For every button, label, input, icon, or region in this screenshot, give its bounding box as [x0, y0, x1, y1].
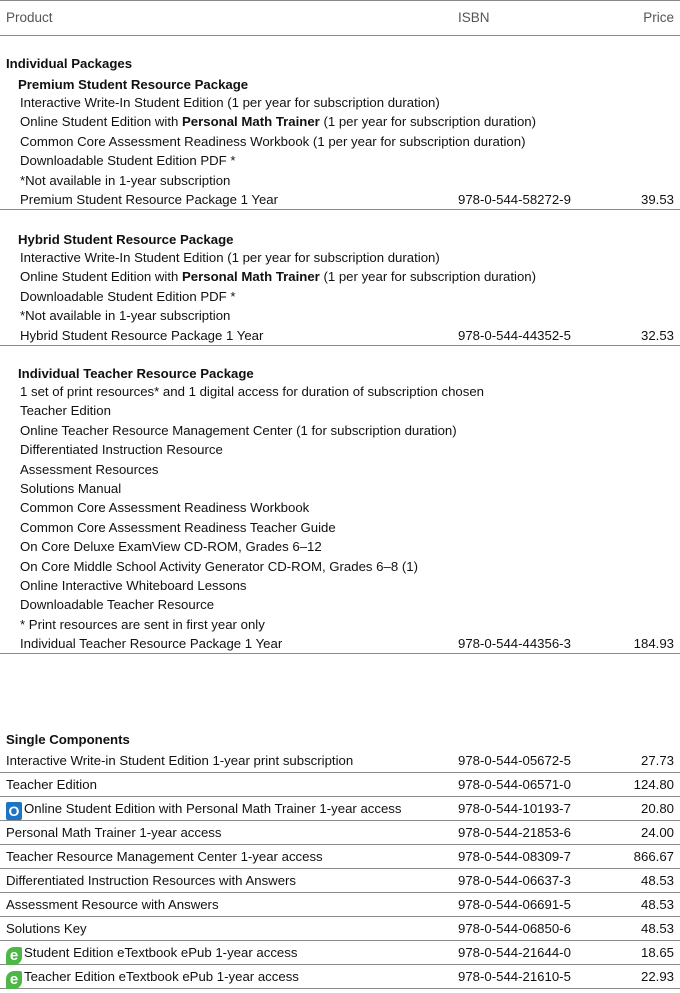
- group-line: On Core Middle School Activity Generator…: [20, 558, 418, 574]
- group-line: 1 set of print resources* and 1 digital …: [20, 384, 485, 399]
- product-name: Hybrid Student Resource Package 1 Year: [20, 327, 264, 343]
- isbn: 978-0-544-06637-3: [458, 873, 571, 888]
- table-row: Personal Math Trainer 1-year access 978-…: [0, 821, 680, 845]
- group-line: Online Student Edition with Personal Mat…: [0, 112, 680, 131]
- group-premium: Premium Student Resource Package Interac…: [0, 76, 680, 210]
- price: 20.80: [640, 801, 674, 816]
- group-hybrid: Hybrid Student Resource Package Interact…: [0, 231, 680, 346]
- table-row: e Student Edition eTextbook ePub 1-year a…: [0, 941, 680, 965]
- table-row: Interactive Write-in Student Edition 1-y…: [0, 749, 680, 773]
- line-bold-text: Personal Math Trainer: [182, 114, 320, 130]
- group-line: *Not available in 1-year subscription: [20, 172, 231, 188]
- isbn: 978-0-544-44356-3: [458, 636, 571, 652]
- table-header: Product ISBN Price: [0, 0, 680, 36]
- price: 27.73: [640, 753, 674, 768]
- group-line: Solutions Manual: [20, 480, 122, 496]
- price: 124.80: [633, 777, 674, 792]
- price: 32.53: [640, 327, 674, 343]
- group-title: Hybrid Student Resource Package: [18, 232, 234, 247]
- product-name: Interactive Write-in Student Edition 1-y…: [6, 753, 354, 768]
- section-title-single: Single Components: [6, 732, 130, 747]
- product-name-with-icon: e Teacher Edition eTextbook ePub 1-year a…: [6, 965, 299, 989]
- isbn: 978-0-544-08309-7: [458, 849, 571, 864]
- isbn: 978-0-544-44352-5: [458, 327, 571, 343]
- product-name: Individual Teacher Resource Package 1 Ye…: [20, 636, 283, 652]
- header-price: Price: [643, 10, 674, 25]
- isbn: 978-0-544-06571-0: [458, 777, 571, 792]
- group-line: Downloadable Student Edition PDF *: [20, 153, 236, 169]
- table-row: Teacher Edition 978-0-544-06571-0 124.80: [0, 773, 680, 797]
- product-name: Solutions Key: [6, 921, 87, 936]
- group-line: Online Interactive Whiteboard Lessons: [20, 577, 247, 593]
- product-name: Assessment Resource with Answers: [6, 897, 219, 912]
- price: 48.53: [640, 921, 674, 936]
- group-line: * Print resources are sent in first year…: [20, 616, 265, 632]
- product-name-with-icon: O Online Student Edition with Personal Ma…: [6, 797, 402, 821]
- etextbook-icon: e: [6, 971, 22, 989]
- table-row: Hybrid Student Resource Package 1 Year 9…: [0, 326, 680, 346]
- group-line: Downloadable Student Edition PDF *: [20, 288, 236, 304]
- product-name: Differentiated Instruction Resources wit…: [6, 873, 297, 888]
- table-row: Assessment Resource with Answers 978-0-5…: [0, 893, 680, 917]
- price: 184.93: [633, 636, 674, 652]
- group-line: Interactive Write-In Student Edition (1 …: [20, 250, 440, 265]
- line-text: (1 per year for subscription duration): [319, 114, 537, 130]
- online-icon: O: [6, 802, 22, 820]
- product-name: Personal Math Trainer 1-year access: [6, 825, 222, 840]
- product-name: Student Edition eTextbook ePub 1-year ac…: [24, 945, 298, 960]
- isbn: 978-0-544-06850-6: [458, 921, 571, 936]
- group-line: Online Teacher Resource Management Cente…: [20, 422, 457, 438]
- group-line: Common Core Assessment Readiness Workboo…: [20, 500, 310, 516]
- group-line: Common Core Assessment Readiness Teacher…: [20, 519, 336, 535]
- group-line: Downloadable Teacher Resource: [20, 597, 215, 613]
- group-line: Interactive Write-In Student Edition (1 …: [20, 95, 440, 110]
- group-line: Differentiated Instruction Resource: [20, 442, 223, 458]
- header-isbn: ISBN: [458, 10, 490, 25]
- isbn: 978-0-544-10193-7: [458, 801, 571, 816]
- group-line: Common Core Assessment Readiness Workboo…: [20, 133, 526, 149]
- group-line: *Not available in 1-year subscription: [20, 308, 231, 324]
- table-row: O Online Student Edition with Personal Ma…: [0, 797, 680, 821]
- isbn: 978-0-544-06691-5: [458, 897, 571, 912]
- price: 48.53: [640, 897, 674, 912]
- group-line: Online Student Edition with Personal Mat…: [0, 267, 680, 286]
- table-row: Teacher Resource Management Center 1-yea…: [0, 845, 680, 869]
- isbn: 978-0-544-21644-0: [458, 945, 571, 960]
- group-title: Individual Teacher Resource Package: [18, 366, 254, 381]
- product-name: Online Student Edition with Personal Mat…: [24, 801, 402, 816]
- table-row: e Teacher Edition eTextbook ePub 1-year a…: [0, 965, 680, 989]
- isbn: 978-0-544-21853-6: [458, 825, 571, 840]
- product-name: Teacher Resource Management Center 1-yea…: [6, 849, 323, 864]
- price: 22.93: [640, 969, 674, 984]
- table-row: Solutions Key 978-0-544-06850-6 48.53: [0, 917, 680, 941]
- table-row: Differentiated Instruction Resources wit…: [0, 869, 680, 893]
- table-row: Premium Student Resource Package 1 Year …: [0, 190, 680, 210]
- line-text: Online Student Edition with: [20, 114, 183, 130]
- product-name: Premium Student Resource Package 1 Year: [20, 191, 279, 207]
- line-text: Online Student Edition with: [20, 269, 183, 285]
- isbn: 978-0-544-21610-5: [458, 969, 571, 984]
- group-teacher: Individual Teacher Resource Package 1 se…: [0, 365, 680, 655]
- etextbook-icon: e: [6, 947, 22, 965]
- group-line: On Core Deluxe ExamView CD-ROM, Grades 6…: [20, 539, 322, 555]
- price: 18.65: [640, 945, 674, 960]
- group-line: Teacher Edition: [20, 403, 111, 419]
- price: 39.53: [640, 191, 674, 207]
- product-name: Teacher Edition eTextbook ePub 1-year ac…: [24, 969, 299, 984]
- product-name: Teacher Edition: [6, 777, 97, 792]
- single-components-table: Interactive Write-in Student Edition 1-y…: [0, 749, 680, 989]
- section-title-individual: Individual Packages: [6, 56, 133, 71]
- isbn: 978-0-544-58272-9: [458, 191, 571, 207]
- header-product: Product: [6, 10, 53, 25]
- isbn: 978-0-544-05672-5: [458, 753, 571, 768]
- line-text: (1 per year for subscription duration): [319, 269, 537, 285]
- price: 48.53: [640, 873, 674, 888]
- table-row: Individual Teacher Resource Package 1 Ye…: [0, 634, 680, 655]
- line-bold-text: Personal Math Trainer: [182, 269, 320, 285]
- price: 24.00: [640, 825, 674, 840]
- group-line: Assessment Resources: [20, 461, 159, 477]
- price: 866.67: [633, 849, 674, 864]
- product-name-with-icon: e Student Edition eTextbook ePub 1-year a…: [6, 941, 297, 965]
- group-title: Premium Student Resource Package: [18, 77, 249, 92]
